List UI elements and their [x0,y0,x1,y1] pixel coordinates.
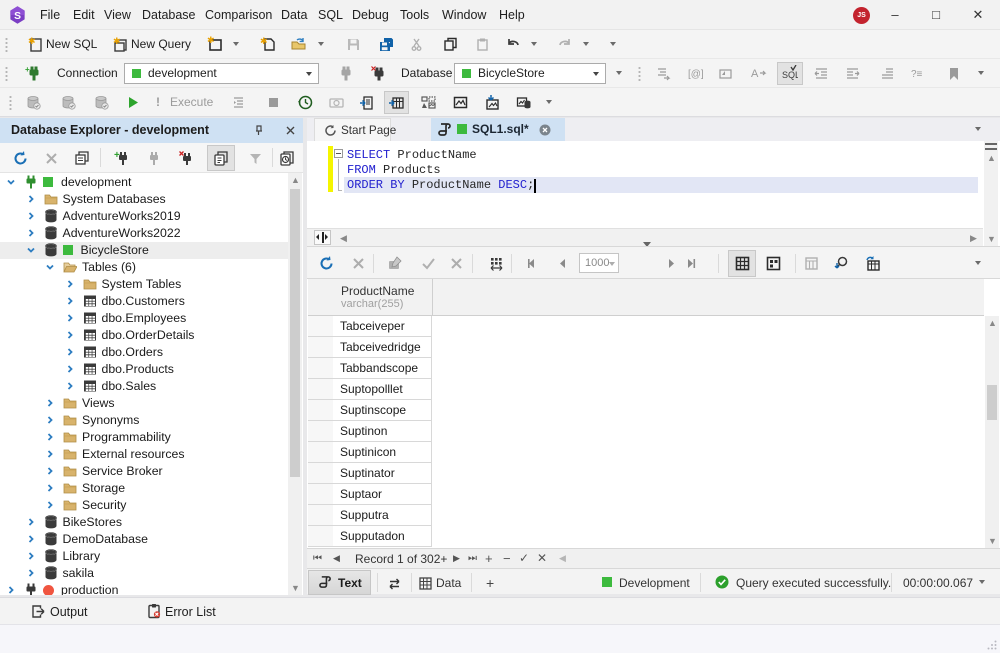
svg-text:A: A [751,68,759,80]
svg-text:✱: ✱ [113,36,121,46]
svg-text:✱: ✱ [260,36,268,46]
svg-text:+: + [25,65,30,74]
svg-text:[@]: [@] [688,69,703,80]
svg-text:S: S [14,11,21,22]
svg-text:✱: ✱ [207,36,215,45]
svg-text:?≡: ?≡ [911,69,923,80]
svg-text:+: + [114,150,120,161]
svg-text:SQL: SQL [782,70,798,80]
svg-text:✱: ✱ [28,36,36,46]
